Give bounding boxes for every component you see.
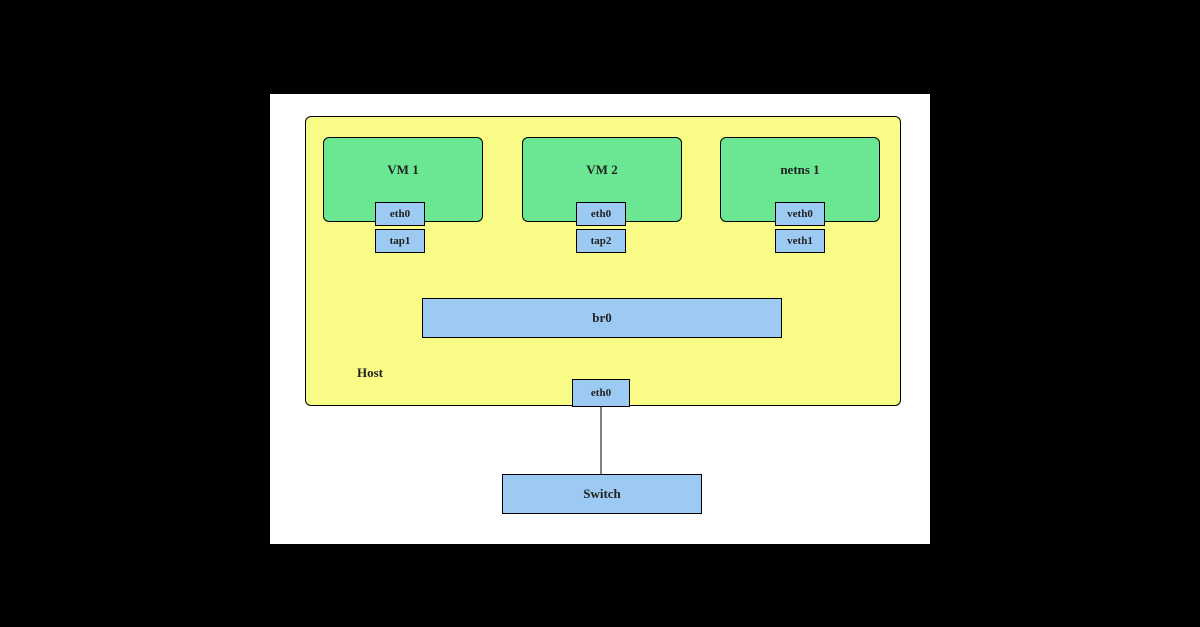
netns1-veth0: veth0 xyxy=(775,202,825,226)
bridge-br0: br0 xyxy=(422,298,782,338)
vm2-eth0: eth0 xyxy=(576,202,626,226)
host-label: Host xyxy=(357,365,383,381)
vm1-eth0: eth0 xyxy=(375,202,425,226)
vm2-tap2: tap2 xyxy=(576,229,626,253)
diagram-canvas: Host VM 1 eth0 tap1 VM 2 eth0 tap2 netns… xyxy=(270,94,930,544)
vm2-title: VM 2 xyxy=(523,162,681,178)
netns1-veth1: veth1 xyxy=(775,229,825,253)
vm1-tap1: tap1 xyxy=(375,229,425,253)
switch-box: Switch xyxy=(502,474,702,514)
host-eth0: eth0 xyxy=(572,379,630,407)
netns1-title: netns 1 xyxy=(721,162,879,178)
vm1-title: VM 1 xyxy=(324,162,482,178)
